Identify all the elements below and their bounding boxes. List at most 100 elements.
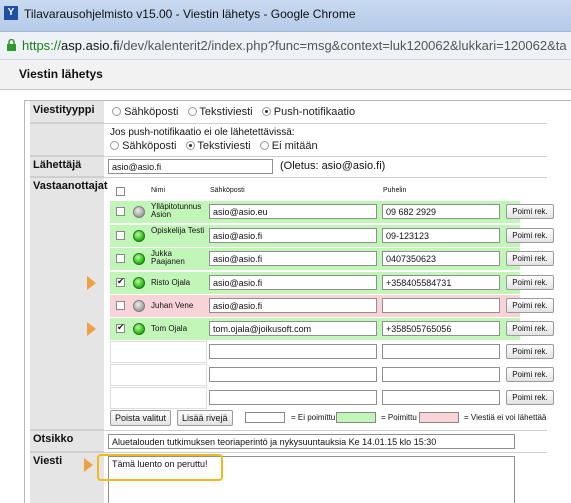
recipient-email-input[interactable]: asio@asio.fi [209,298,377,313]
fallback-radio-none[interactable] [259,141,269,150]
recipient-email-input[interactable]: asio@asio.fi [209,275,377,290]
recipient-email-input[interactable] [209,367,377,382]
legend-swatch-cannot-send [419,412,459,423]
recipient-email-input[interactable] [209,344,377,359]
pick-register-button[interactable]: Poimi rek. [506,228,554,243]
lock-icon [7,39,16,51]
pointer-arrow-icon [87,276,96,290]
radio-email-label: Sähköposti [124,106,179,118]
col-header-email: Sähköposti [210,187,245,194]
recipient-email-input[interactable]: tom.ojala@joikusoft.com [209,321,377,336]
pick-register-button[interactable]: Poimi rek. [506,321,554,336]
radio-push[interactable] [261,107,271,116]
row-checkbox[interactable] [116,231,125,240]
pick-register-button[interactable]: Poimi rek. [506,344,554,359]
row-divider [30,177,547,178]
recipient-phone-input[interactable] [382,390,500,405]
fallback-radio-email[interactable] [110,141,119,150]
legend-picked: = Poimittu [381,413,417,422]
recipient-email-input[interactable] [209,390,377,405]
recipient-phone-input[interactable] [382,367,500,382]
fallback-radio-none-label: Ei mitään [271,140,318,152]
recipient-phone-input[interactable]: 0407350623 [382,251,500,266]
page-header: Viestin lähetys [0,60,571,90]
recipient-phone-input[interactable] [382,344,500,359]
recipient-name: Ylläpitotunnus Asion [151,202,202,219]
recipient-phone-input[interactable]: 09-123123 [382,228,500,243]
app-logo-icon: Y [4,6,18,20]
address-bar[interactable]: https://asp.asio.fi/dev/kalenterit2/inde… [0,32,571,60]
pick-register-button[interactable]: Poimi rek. [506,367,554,382]
subject-input[interactable]: Aluetalouden tutkimuksen teoriaperintö j… [108,434,515,449]
browser-titlebar: Y Tilavarausohjelmisto v15.00 - Viestin … [0,0,571,32]
page-title: Viestin lähetys [19,67,103,81]
row-divider [30,452,547,453]
url-host: asp.asio.fi [61,38,120,53]
add-rows-button[interactable]: Lisää rivejä [177,410,233,426]
row-divider [30,430,547,431]
status-icon [133,253,145,265]
fallback-text: Jos push-notifikaatio ei ole lähetettävi… [110,127,295,138]
recipient-name: Opiskelija Testi [151,226,205,235]
url-text[interactable]: https://asp.asio.fi/dev/kalenterit2/inde… [22,38,567,53]
fallback-options: Sähköposti Tekstiviesti Ei mitään [110,140,324,152]
recipient-phone-input[interactable]: +358505765056 [382,321,500,336]
col-header-phone: Puhelin [383,187,407,194]
status-icon [133,323,145,335]
label-subject: Otsikko [30,430,104,452]
row-checkbox[interactable] [116,254,125,263]
recipient-email-input[interactable]: asio@asio.fi [209,228,377,243]
row-checkbox[interactable] [116,207,125,216]
empty-recipient-row [110,364,207,386]
empty-recipient-row [110,341,207,363]
window-title: Tilavarausohjelmisto v15.00 - Viestin lä… [24,7,356,21]
url-scheme: https:// [22,38,62,53]
row-checkbox[interactable] [116,276,125,287]
col-header-name: Nimi [151,187,165,194]
radio-sms[interactable] [187,107,197,116]
recipient-name: Juhan Vene [151,301,194,310]
recipient-name: Jukka Paajanen [151,249,185,266]
message-highlight [97,454,223,481]
recipient-email-input[interactable]: asio@asio.eu [209,204,377,219]
legend-cannot-send: = Viestiä ei voi lähettää [464,413,547,422]
recipient-email-input[interactable]: asio@asio.fi [209,251,377,266]
row-divider [30,123,547,124]
row-checkbox[interactable] [116,301,125,310]
pick-register-button[interactable]: Poimi rek. [506,390,554,405]
pointer-arrow-icon [87,322,96,336]
label-message-type: Viestityyppi [30,101,104,123]
radio-sms-label: Tekstiviesti [199,106,253,118]
select-all-checkbox[interactable] [116,187,125,196]
recipient-phone-input[interactable]: 09 682 2929 [382,204,500,219]
legend-swatch-not-picked [245,412,285,423]
pick-register-button[interactable]: Poimi rek. [506,298,554,313]
fallback-radio-sms[interactable] [185,141,195,150]
recipient-phone-input[interactable] [382,298,500,313]
label-fallback-spacer [30,123,104,156]
status-icon [133,300,145,312]
sender-input[interactable]: asio@asio.fi [108,159,273,174]
fallback-radio-sms-label: Tekstiviesti [197,140,251,152]
row-divider [30,156,547,157]
status-icon [133,206,145,218]
legend-not-picked: = Ei poimittu [291,413,336,422]
label-recipients: Vastaanottajat [30,177,108,430]
status-icon [133,277,145,289]
radio-push-label: Push-notifikaatio [273,106,356,118]
pick-register-button[interactable]: Poimi rek. [506,251,554,266]
pick-register-button[interactable]: Poimi rek. [506,275,554,290]
empty-recipient-row [110,387,207,409]
row-checkbox[interactable] [116,322,125,333]
label-sender: Lähettäjä [30,156,104,177]
fallback-radio-email-label: Sähköposti [122,140,177,152]
recipient-name: Tom Ojala [151,324,188,333]
legend-swatch-picked [336,412,376,423]
recipient-phone-input[interactable]: +358405584731 [382,275,500,290]
remove-selected-button[interactable]: Poista valitut [110,410,172,426]
radio-email[interactable] [112,107,121,116]
pick-register-button[interactable]: Poimi rek. [506,204,554,219]
recipient-name: Risto Ojala [151,278,191,287]
message-type-options: Sähköposti Tekstiviesti Push-notifikaati… [112,106,361,118]
url-path: /dev/kalenterit2/index.php?func=msg&cont… [119,38,567,53]
